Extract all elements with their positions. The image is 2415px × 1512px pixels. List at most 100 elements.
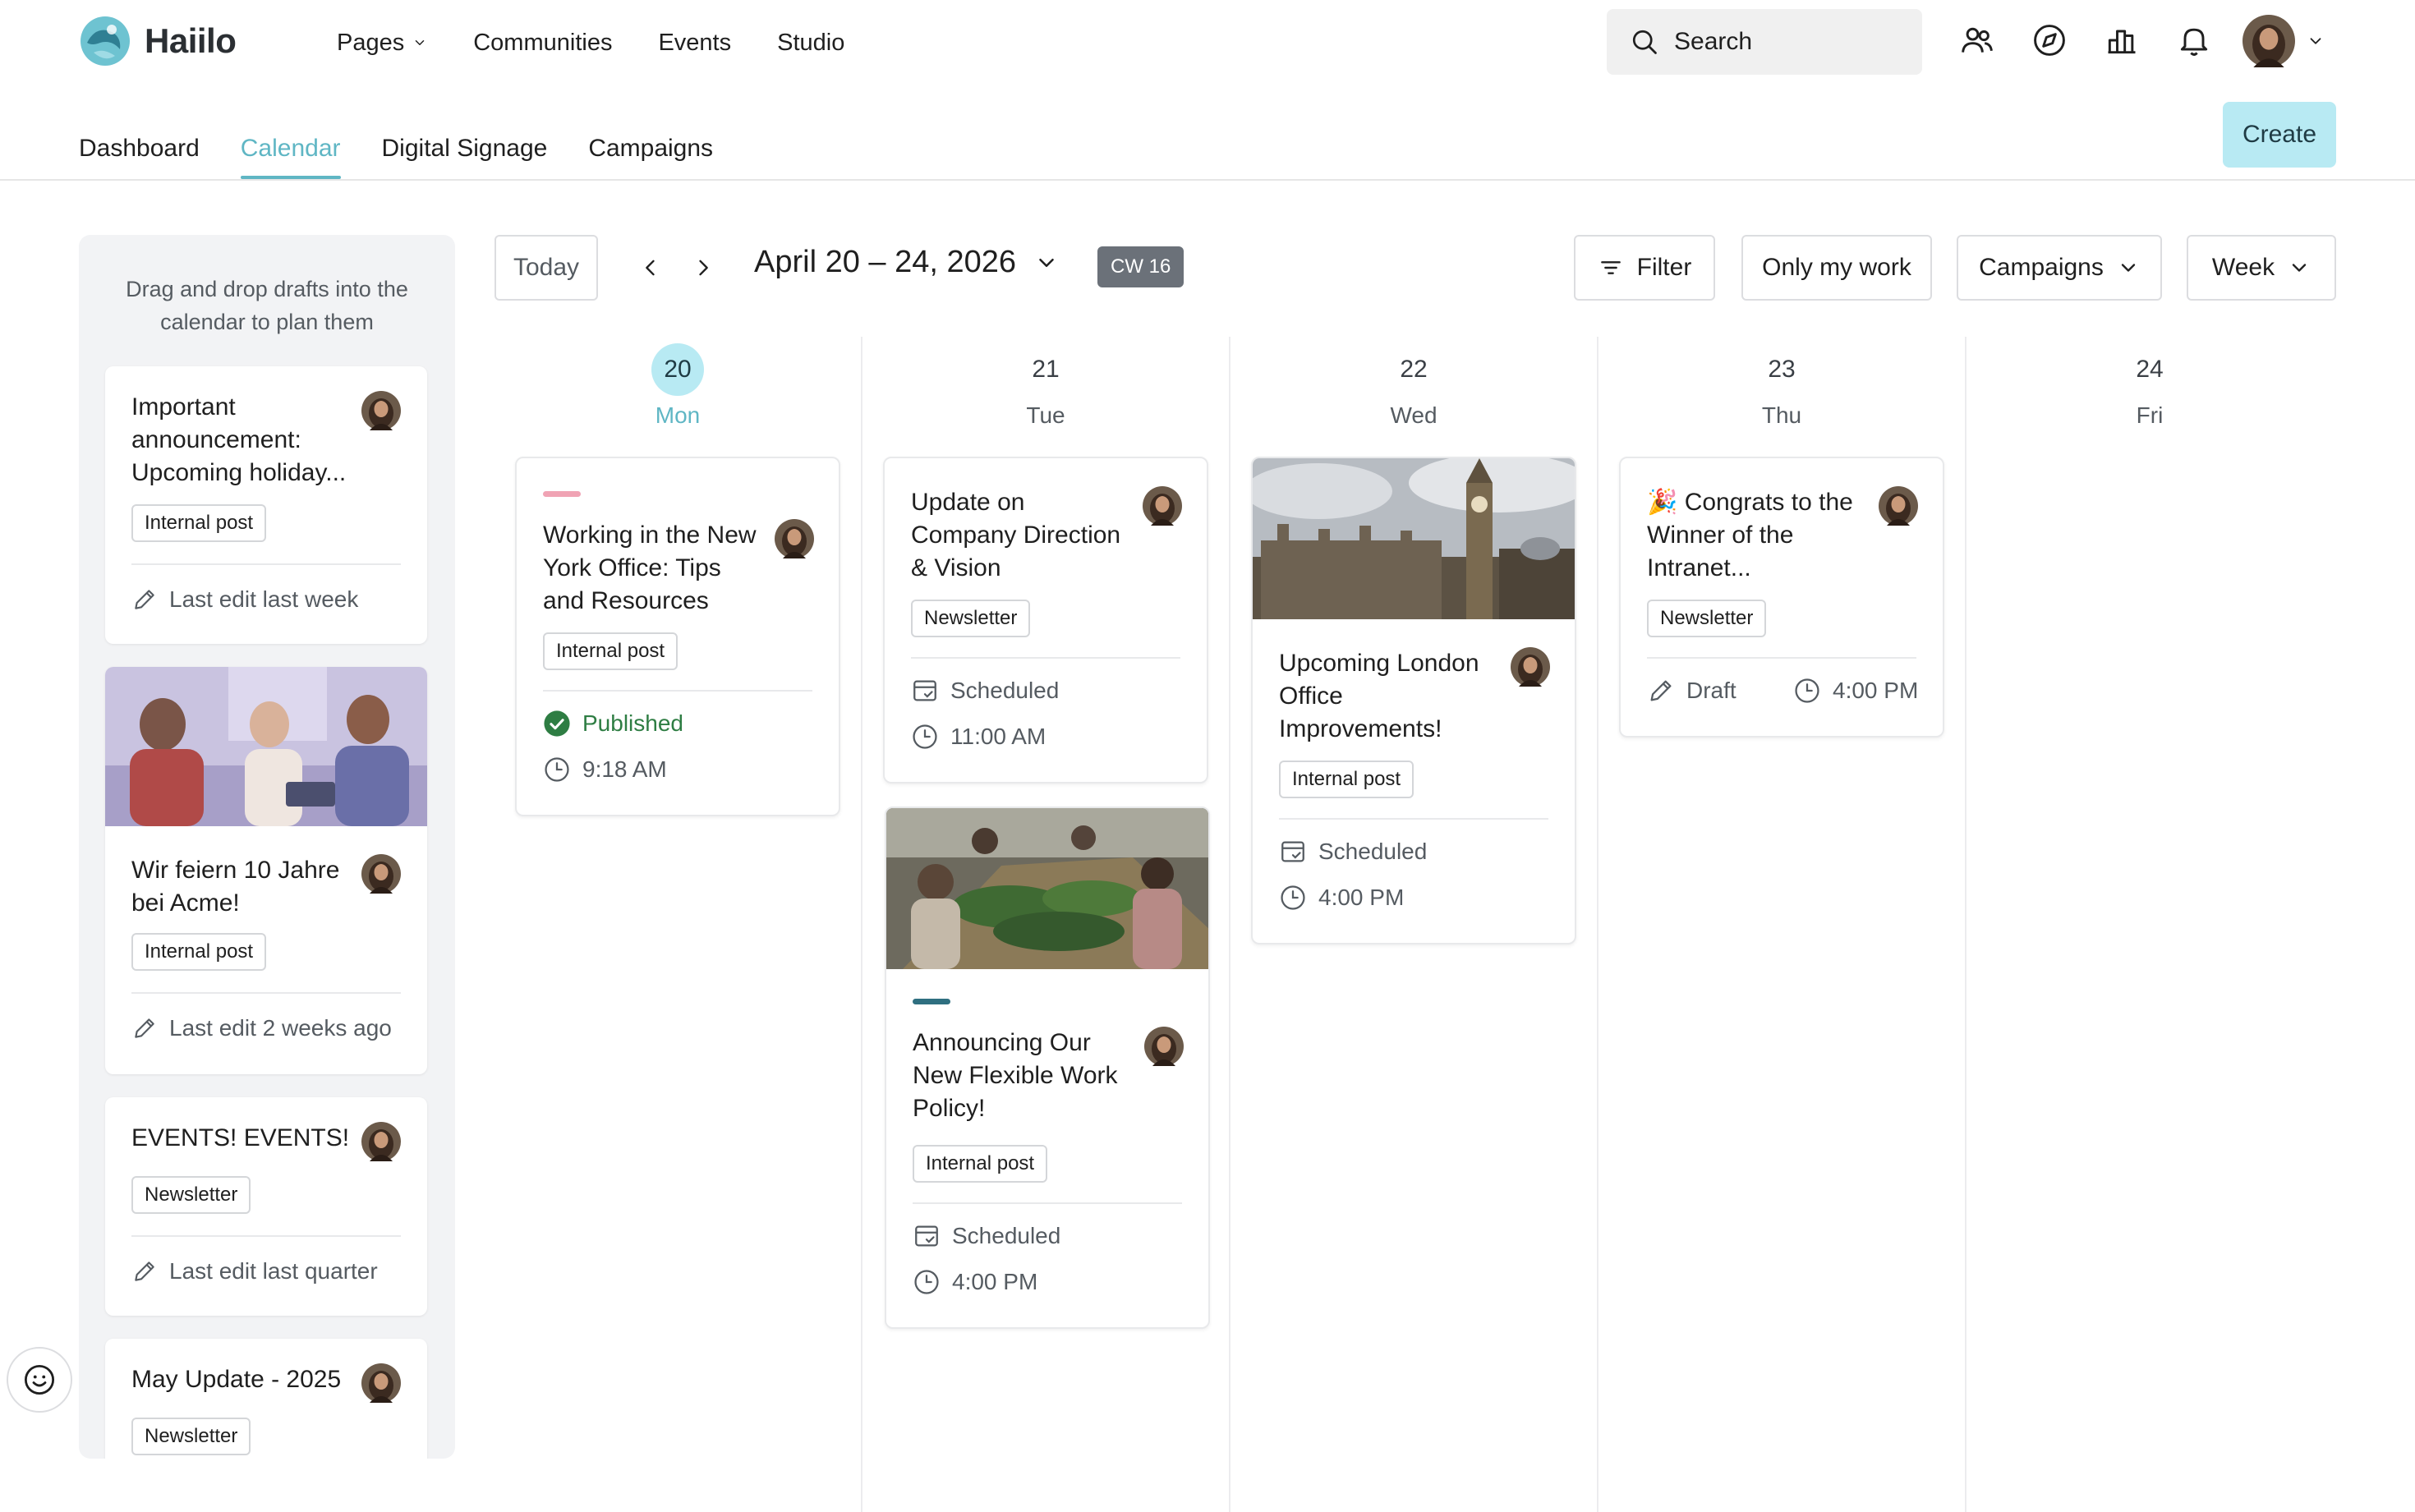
pencil-icon <box>131 1258 158 1285</box>
content-type-tag: Internal post <box>131 504 267 542</box>
user-menu[interactable] <box>2242 15 2325 67</box>
author-avatar <box>1879 486 1918 526</box>
view-dropdown[interactable]: Week <box>2187 235 2336 301</box>
week-number-badge: CW 16 <box>1097 246 1184 287</box>
create-button[interactable]: Create <box>2223 102 2336 168</box>
feedback-button[interactable] <box>7 1347 72 1413</box>
scheduled-icon <box>1279 838 1307 866</box>
smiley-icon <box>24 1364 55 1395</box>
status: Scheduled <box>911 677 1059 705</box>
today-button[interactable]: Today <box>494 235 598 301</box>
author-avatar <box>1143 486 1182 526</box>
time-text: 4:00 PM <box>952 1269 1038 1294</box>
column-divider <box>1965 337 1966 1512</box>
time-text: 4:00 PM <box>1318 885 1405 910</box>
workshop-photo <box>886 808 1208 969</box>
nav-events[interactable]: Events <box>658 23 731 62</box>
event-card[interactable]: Update on Company Direction & Vision New… <box>883 457 1208 784</box>
author-avatar <box>361 1363 401 1403</box>
haiilo-logo[interactable]: Haiilo <box>79 15 237 67</box>
main-nav: Pages Communities Events Studio <box>337 23 844 62</box>
chevron-down-icon <box>2117 256 2140 279</box>
time-text: 4:00 PM <box>1833 678 1919 703</box>
event-card[interactable]: Upcoming London Office Improvements! Int… <box>1251 457 1576 944</box>
draft-card[interactable]: Wir feiern 10 Jahre bei Acme! Internal p… <box>105 667 427 1074</box>
campaigns-dropdown[interactable]: Campaigns <box>1957 235 2162 301</box>
time: 11:00 AM <box>911 723 1046 751</box>
drafts-sidebar: Drag and drop drafts into the calendar t… <box>79 235 455 1459</box>
tab-campaigns[interactable]: Campaigns <box>588 117 713 179</box>
day-number: 23 <box>1768 356 1796 383</box>
nav-studio[interactable]: Studio <box>777 23 844 62</box>
bell-icon[interactable] <box>2175 21 2213 59</box>
day-header-thu: 23 Thu <box>1598 343 1966 429</box>
draft-card[interactable]: EVENTS! EVENTS! Newsletter Last edit las… <box>105 1097 427 1316</box>
author-avatar <box>1144 1027 1184 1066</box>
last-edit: Last edit last week <box>131 586 358 613</box>
next-week-button[interactable] <box>687 251 720 284</box>
event-title: Upcoming London Office Improvements! <box>1279 650 1479 742</box>
date-range-picker[interactable]: April 20 – 24, 2026 <box>754 245 1059 280</box>
time: 9:18 AM <box>543 756 667 784</box>
chevron-down-icon <box>2288 256 2311 279</box>
last-edit-text: Last edit last week <box>169 586 359 612</box>
people-icon[interactable] <box>1958 21 1996 59</box>
nav-events-label: Events <box>658 29 732 56</box>
status-text: Scheduled <box>1318 839 1428 864</box>
search-input[interactable] <box>1674 28 1904 56</box>
event-title: Announcing Our New Flexible Work Policy! <box>913 1029 1118 1122</box>
chevron-down-icon <box>1034 250 1059 275</box>
check-circle-icon <box>544 710 570 737</box>
last-edit: Last edit 2 weeks ago <box>131 1015 392 1041</box>
draft-title: May Update - 2025 <box>131 1366 342 1393</box>
draft-card[interactable]: Important announcement: Upcoming holiday… <box>105 366 427 644</box>
author-avatar <box>361 1122 401 1161</box>
scheduled-icon <box>911 677 939 705</box>
author-avatar <box>775 519 814 558</box>
nav-communities-label: Communities <box>473 29 613 56</box>
filter-button[interactable]: Filter <box>1574 235 1715 301</box>
content-type-tag: Newsletter <box>911 600 1031 637</box>
last-edit: Last edit last quarter <box>131 1258 378 1285</box>
card-divider <box>911 657 1180 659</box>
status: Scheduled <box>913 1222 1060 1250</box>
author-avatar <box>361 854 401 894</box>
party-emoji: 🎉 <box>1647 489 1678 516</box>
compass-icon[interactable] <box>2031 21 2068 59</box>
clock-icon <box>1793 677 1821 705</box>
tab-calendar[interactable]: Calendar <box>240 117 341 179</box>
draft-card[interactable]: May Update - 2025 Newsletter <box>105 1339 427 1459</box>
nav-communities[interactable]: Communities <box>473 23 612 62</box>
day-header-fri: 24 Fri <box>1966 343 2334 429</box>
sidebar-hint: Drag and drop drafts into the calendar t… <box>126 277 408 334</box>
tab-digital-signage[interactable]: Digital Signage <box>382 117 548 179</box>
card-divider <box>1279 818 1548 820</box>
day-number: 20 <box>651 343 704 396</box>
chevron-down-icon <box>2307 32 2325 50</box>
day-name: Fri <box>2136 402 2164 428</box>
campaigns-dropdown-label: Campaigns <box>1979 254 2104 281</box>
tab-dashboard[interactable]: Dashboard <box>79 117 200 179</box>
filter-label: Filter <box>1636 254 1692 281</box>
event-card[interactable]: Working in the New York Office: Tips and… <box>515 457 840 816</box>
only-my-work-button[interactable]: Only my work <box>1741 235 1932 301</box>
event-title: Working in the New York Office: Tips and… <box>543 522 757 614</box>
event-card[interactable]: Announcing Our New Flexible Work Policy!… <box>885 807 1210 1329</box>
haiilo-logo-icon <box>80 16 130 66</box>
card-divider <box>543 690 812 692</box>
card-divider <box>913 1202 1182 1204</box>
nav-pages[interactable]: Pages <box>337 23 427 62</box>
column-divider <box>1597 337 1598 1512</box>
filter-icon <box>1600 261 1621 274</box>
time: 4:00 PM <box>1793 677 1918 705</box>
search-box[interactable] <box>1607 9 1922 75</box>
date-range-label: April 20 – 24, 2026 <box>754 245 1017 279</box>
content-type-tag: Newsletter <box>1647 600 1767 637</box>
accent-bar <box>913 999 950 1004</box>
analytics-icon[interactable] <box>2103 21 2141 59</box>
column-divider <box>861 337 862 1512</box>
event-card[interactable]: 🎉 Congrats to the Winner of the Intranet… <box>1619 457 1944 738</box>
card-divider <box>131 1235 401 1237</box>
previous-week-button[interactable] <box>634 251 667 284</box>
status: Published <box>543 710 683 738</box>
